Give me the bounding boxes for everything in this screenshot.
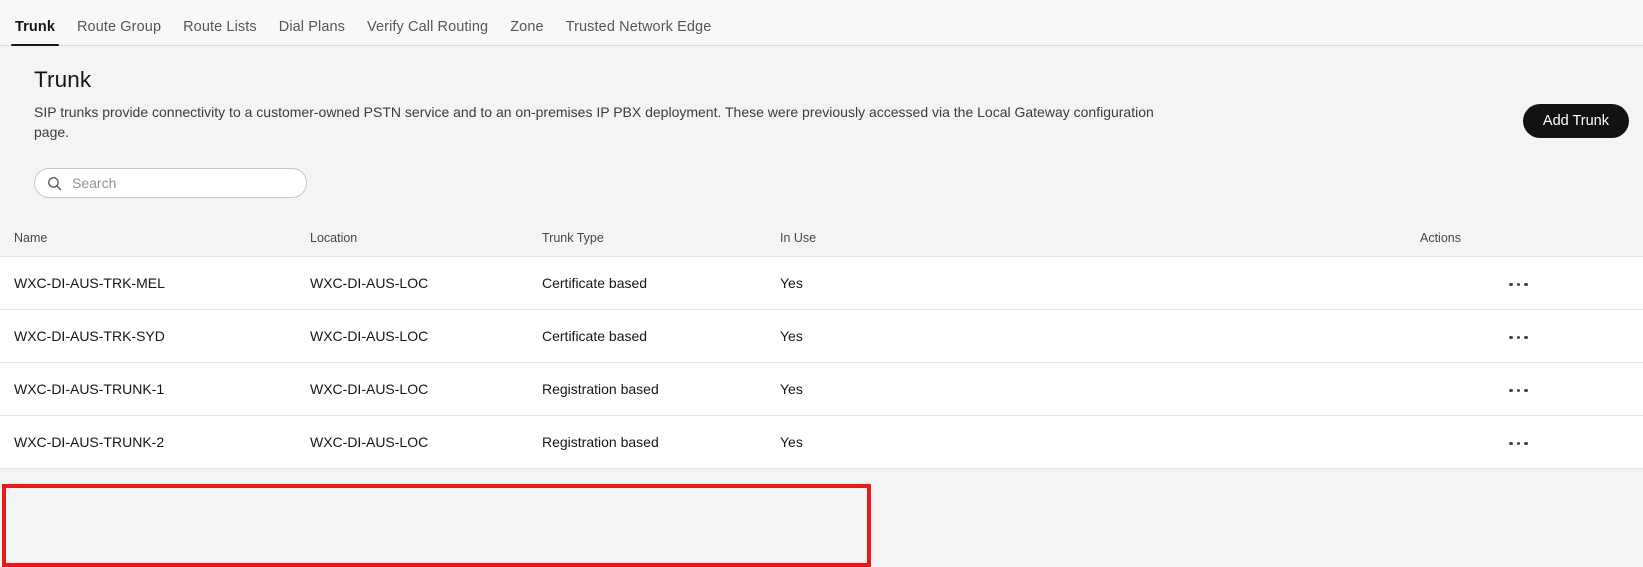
cell-trunk-type: Certificate based bbox=[542, 309, 780, 363]
trunk-table-container: Name Location Trunk Type In Use Actions … bbox=[0, 222, 1643, 567]
cell-location: WXC-DI-AUS-LOC bbox=[310, 362, 542, 416]
ellipsis-icon[interactable] bbox=[1501, 385, 1536, 397]
cell-in-use: Yes bbox=[780, 415, 1420, 469]
cell-location: WXC-DI-AUS-LOC bbox=[310, 256, 542, 310]
cell-name: WXC-DI-AUS-TRUNK-1 bbox=[0, 362, 310, 416]
trunk-table: Name Location Trunk Type In Use Actions … bbox=[0, 222, 1643, 469]
red-highlight-annotation bbox=[2, 484, 871, 567]
cell-actions bbox=[1420, 362, 1643, 416]
cell-location: WXC-DI-AUS-LOC bbox=[310, 415, 542, 469]
tab-dial-plans[interactable]: Dial Plans bbox=[268, 19, 356, 46]
search-icon bbox=[48, 176, 62, 190]
tab-verify-call-routing[interactable]: Verify Call Routing bbox=[356, 19, 499, 46]
page-title: Trunk bbox=[34, 67, 92, 92]
cell-trunk-type: Registration based bbox=[542, 362, 780, 416]
cell-trunk-type: Registration based bbox=[542, 415, 780, 469]
ellipsis-icon[interactable] bbox=[1501, 332, 1536, 344]
cell-name: WXC-DI-AUS-TRK-MEL bbox=[0, 256, 310, 310]
search-field[interactable] bbox=[34, 168, 307, 198]
add-trunk-button[interactable]: Add Trunk bbox=[1522, 104, 1629, 138]
table-row[interactable]: WXC-DI-AUS-TRK-SYD WXC-DI-AUS-LOC Certif… bbox=[0, 309, 1643, 363]
cell-trunk-type: Certificate based bbox=[542, 256, 780, 310]
cell-actions bbox=[1420, 309, 1643, 363]
page-header: Trunk SIP trunks provide connectivity to… bbox=[0, 46, 1643, 142]
cell-actions bbox=[1420, 415, 1643, 469]
cell-name: WXC-DI-AUS-TRUNK-2 bbox=[0, 415, 310, 469]
ellipsis-icon[interactable] bbox=[1501, 279, 1536, 291]
column-header-in-use: In Use bbox=[780, 222, 1420, 257]
tab-zone[interactable]: Zone bbox=[499, 19, 554, 46]
ellipsis-icon[interactable] bbox=[1501, 438, 1536, 450]
page-description: SIP trunks provide connectivity to a cus… bbox=[34, 104, 1154, 140]
cell-in-use: Yes bbox=[780, 309, 1420, 363]
table-header: Name Location Trunk Type In Use Actions bbox=[0, 222, 1643, 257]
tab-trunk[interactable]: Trunk bbox=[4, 19, 66, 46]
column-header-name: Name bbox=[0, 222, 310, 257]
table-row[interactable]: WXC-DI-AUS-TRUNK-1 WXC-DI-AUS-LOC Regist… bbox=[0, 362, 1643, 416]
table-row[interactable]: WXC-DI-AUS-TRUNK-2 WXC-DI-AUS-LOC Regist… bbox=[0, 415, 1643, 469]
trunk-page: Trunk SIP trunks provide connectivity to… bbox=[0, 46, 1643, 567]
column-header-location: Location bbox=[310, 222, 542, 257]
tab-route-group[interactable]: Route Group bbox=[66, 19, 172, 46]
table-body: WXC-DI-AUS-TRK-MEL WXC-DI-AUS-LOC Certif… bbox=[0, 256, 1643, 469]
cell-in-use: Yes bbox=[780, 362, 1420, 416]
primary-tab-bar: Trunk Route Group Route Lists Dial Plans… bbox=[0, 0, 1643, 46]
cell-name: WXC-DI-AUS-TRK-SYD bbox=[0, 309, 310, 363]
search-input[interactable] bbox=[72, 175, 296, 191]
cell-in-use: Yes bbox=[780, 256, 1420, 310]
column-header-trunk-type: Trunk Type bbox=[542, 222, 780, 257]
cell-actions bbox=[1420, 256, 1643, 310]
table-header-row: Name Location Trunk Type In Use Actions bbox=[0, 222, 1643, 257]
table-row[interactable]: WXC-DI-AUS-TRK-MEL WXC-DI-AUS-LOC Certif… bbox=[0, 256, 1643, 310]
tab-route-lists[interactable]: Route Lists bbox=[172, 19, 268, 46]
tab-trusted-network-edge[interactable]: Trusted Network Edge bbox=[555, 19, 723, 46]
cell-location: WXC-DI-AUS-LOC bbox=[310, 309, 542, 363]
column-header-actions: Actions bbox=[1420, 222, 1643, 257]
